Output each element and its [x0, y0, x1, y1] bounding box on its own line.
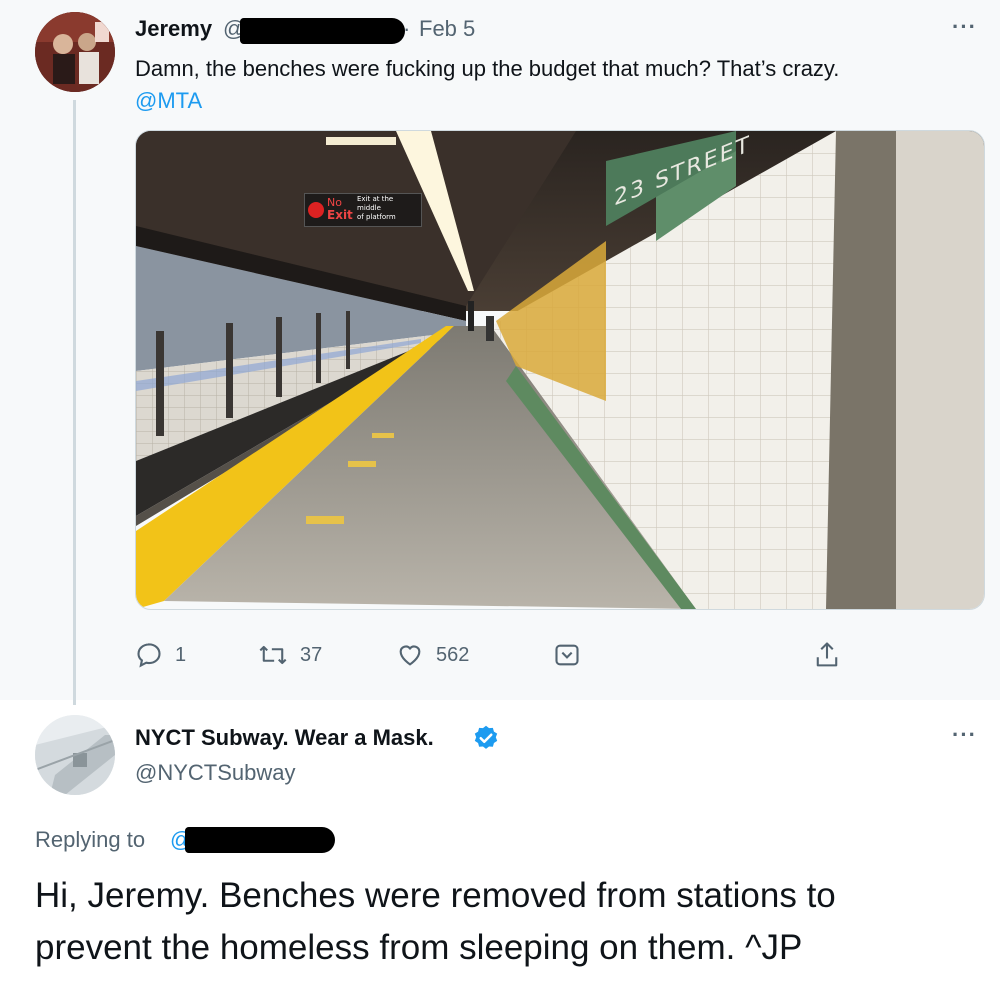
jeremy-avatar[interactable] [35, 12, 115, 92]
author-handle[interactable]: @NYCTSubway [135, 760, 296, 786]
share-icon [816, 642, 838, 667]
reply-button[interactable]: 1 [135, 640, 186, 670]
reply-text-line-1: Hi, Jeremy. Benches were removed from st… [35, 876, 836, 915]
replying-to-label: Replying to [35, 827, 146, 852]
verified-badge-icon [474, 725, 498, 749]
retweet-icon [259, 645, 287, 665]
save-tray-icon [555, 644, 579, 666]
reply-count: 1 [175, 643, 187, 666]
more-options-icon[interactable]: ··· [952, 722, 977, 748]
redacted-handle [185, 827, 335, 853]
retweet-button[interactable]: 37 [258, 640, 322, 670]
tweet-text: Damn, the benches were fucking up the bu… [135, 56, 840, 81]
tweet-photo[interactable]: No Exit Exit at the middle of platform 2… [135, 130, 985, 610]
mention-link[interactable]: @MTA [135, 88, 202, 114]
redacted-handle [240, 18, 405, 44]
bookmark-button[interactable] [553, 640, 581, 670]
thread-connector-line [73, 100, 76, 705]
like-button[interactable]: 562 [396, 640, 469, 670]
author-name[interactable]: NYCT Subway. Wear a Mask. [135, 725, 434, 751]
more-options-icon[interactable]: ··· [952, 14, 977, 40]
separator-dot: · [403, 16, 411, 41]
nyct-avatar[interactable] [35, 715, 115, 795]
retweet-count: 37 [300, 643, 323, 666]
like-count: 562 [436, 643, 470, 666]
author-name[interactable]: Jeremy [135, 16, 212, 42]
reply-text-line-2: prevent the homeless from sleeping on th… [35, 928, 803, 967]
no-exit-sign: No Exit Exit at the middle of platform [304, 193, 422, 227]
tweet-date[interactable]: Feb 5 [419, 16, 475, 42]
reply-icon [137, 643, 161, 668]
share-button[interactable] [813, 640, 841, 670]
heart-icon [399, 645, 421, 666]
